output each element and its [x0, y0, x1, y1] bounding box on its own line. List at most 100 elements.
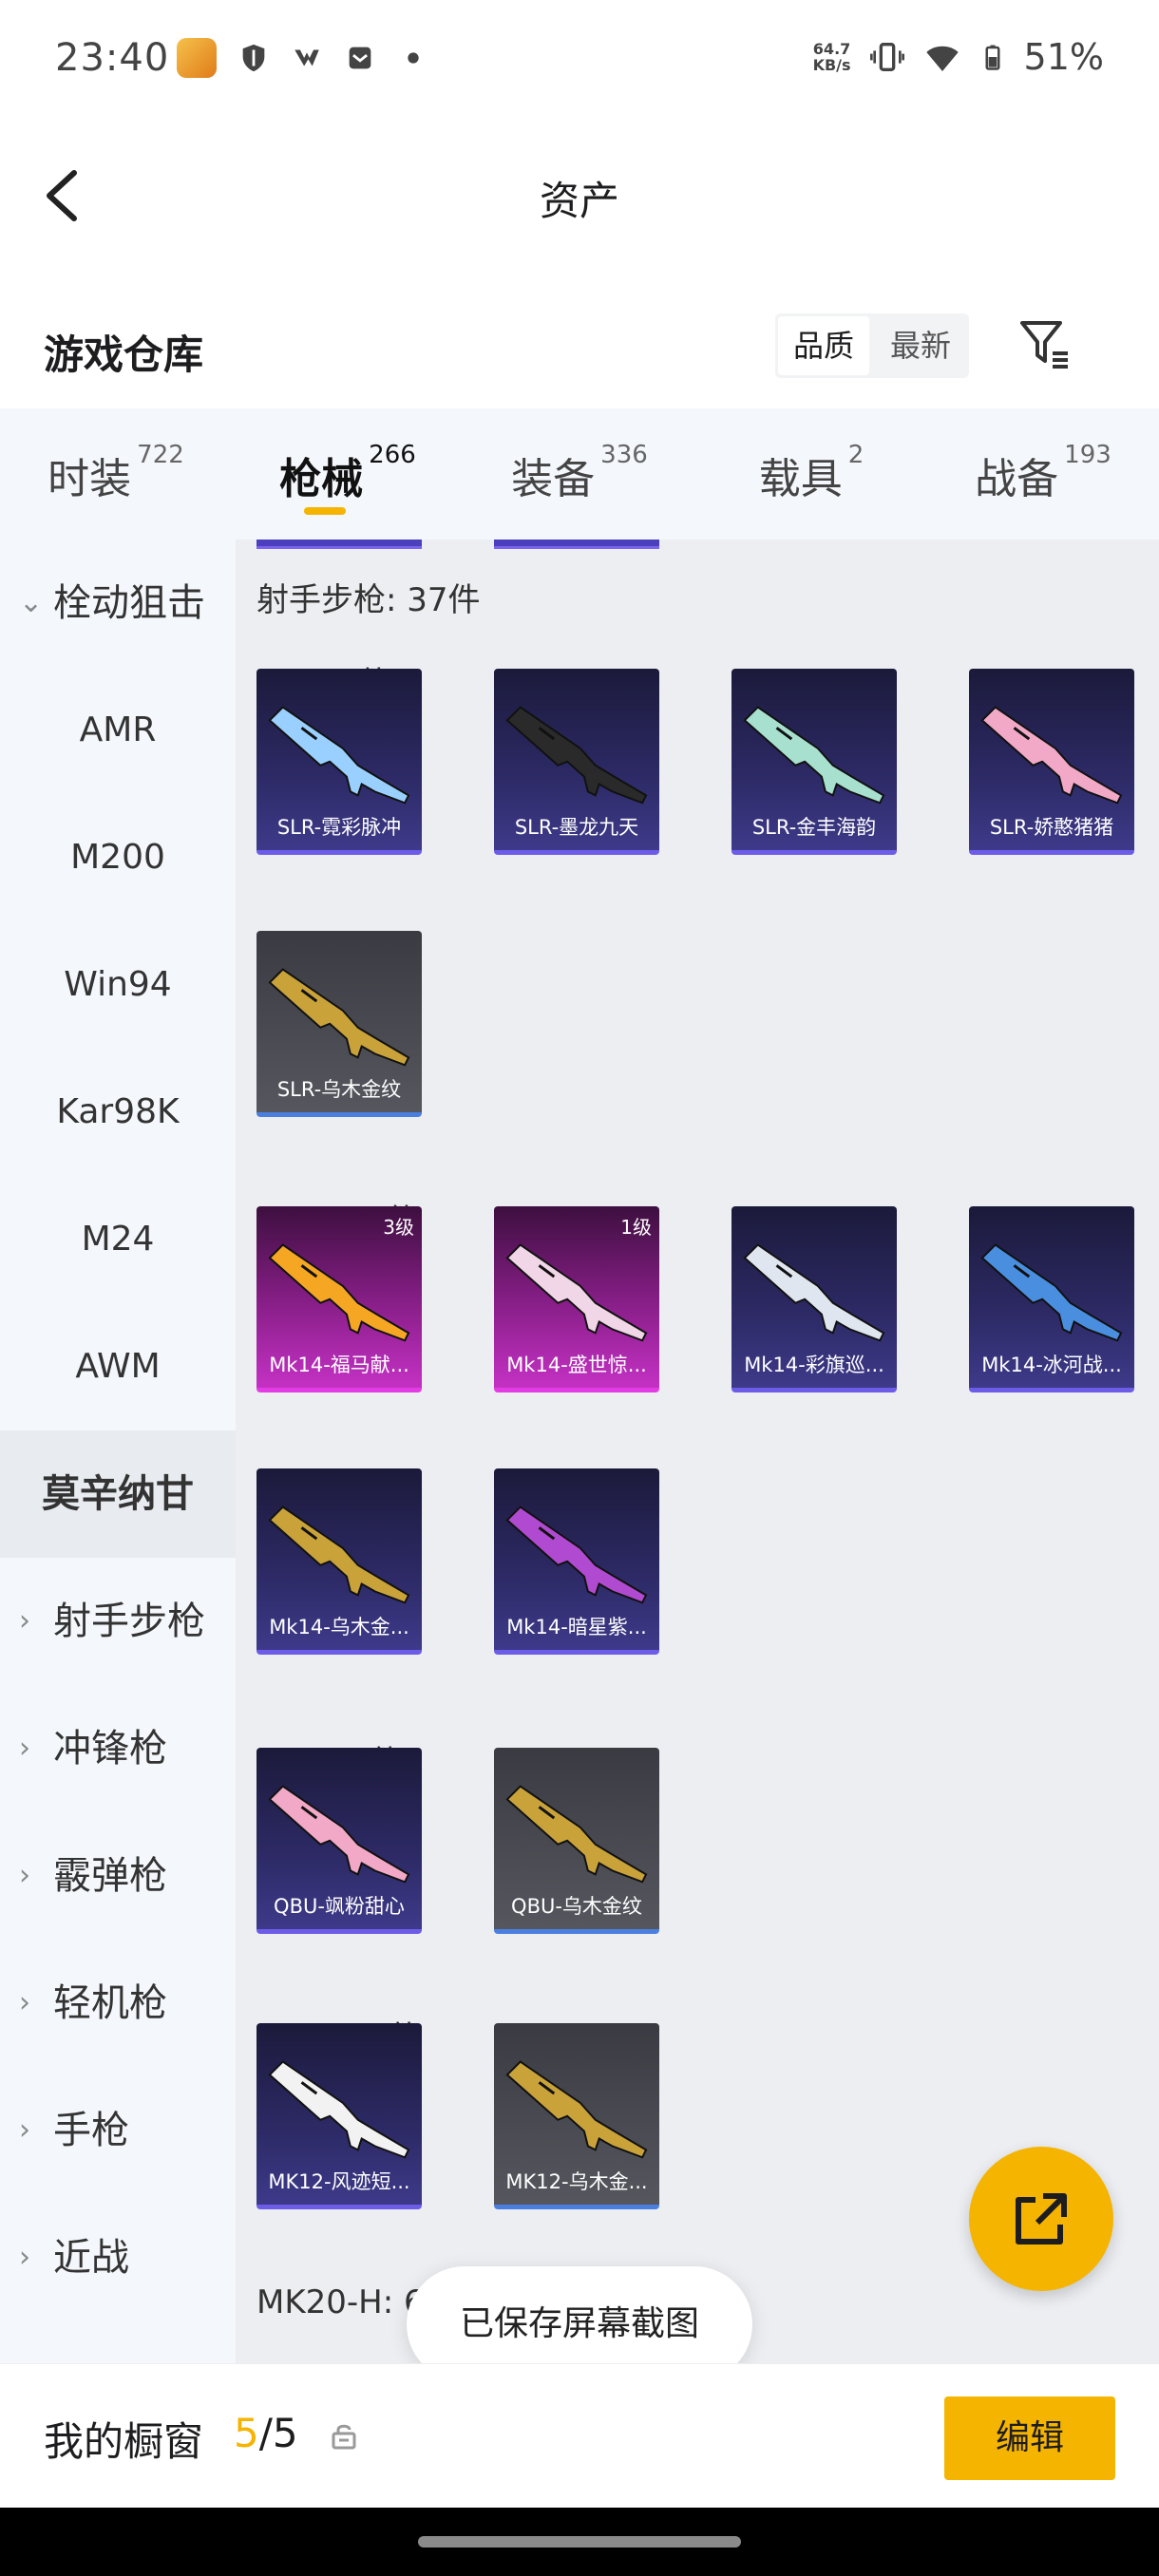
partial-card[interactable] [494, 540, 659, 549]
weapon-skin-card[interactable]: MK12-乌木金... [494, 2023, 659, 2209]
wifi-icon [925, 46, 959, 71]
rifle-icon [268, 706, 410, 805]
weapon-skin-card[interactable]: MK12-风迹短... [256, 2023, 422, 2209]
weapon-skin-name: Mk14-盛世惊... [506, 1354, 647, 1376]
showcase-label: 我的橱窗 [44, 2418, 204, 2465]
rifle-icon [268, 1785, 410, 1884]
sort-quality-button[interactable]: 品质 [778, 316, 869, 375]
tab-count: 266 [369, 441, 416, 469]
shield-icon [242, 44, 265, 72]
chevron-right-icon: › [19, 1986, 30, 2019]
weapon-skin-card[interactable]: QBU-飒粉甜心 [256, 1748, 422, 1934]
tab-fashion[interactable]: 时装 722 [0, 408, 232, 540]
sidebar-group-label: 霰弹枪 [53, 1854, 167, 1898]
weapon-skin-name: Mk14-乌木金... [269, 1616, 409, 1638]
tab-firearms[interactable]: 枪械 266 [232, 408, 464, 540]
weapon-skin-card[interactable]: QBU-乌木金纹 [494, 1748, 659, 1934]
rifle-icon [268, 1506, 410, 1604]
tab-equipment[interactable]: 装备 336 [464, 408, 695, 540]
sidebar-item-m200[interactable]: M200 [0, 794, 236, 921]
system-icons: 64.7 KB/s 51% [813, 36, 1104, 78]
chevron-right-icon: › [19, 1732, 30, 1765]
weapon-skin-card[interactable]: SLR-墨龙九天 [494, 669, 659, 855]
tab-count: 2 [847, 441, 864, 469]
weapon-skin-card[interactable]: Mk14-乌木金... [256, 1468, 422, 1655]
weapon-skin-name: SLR-霓彩脉冲 [276, 816, 402, 839]
edit-button[interactable]: 编辑 [944, 2396, 1115, 2480]
sidebar-item-m24[interactable]: M24 [0, 1176, 236, 1303]
sidebar-group-melee[interactable]: › 近战 [0, 2194, 236, 2321]
tab-war-supplies[interactable]: 战备 193 [927, 408, 1159, 540]
warehouse-header: 游戏仓库 品质 最新 [0, 304, 1159, 389]
chevron-right-icon: › [19, 2113, 30, 2147]
rifle-icon [505, 2060, 648, 2159]
rifle-icon [505, 1506, 648, 1604]
weapon-skin-card[interactable]: Mk14-彩旗巡... [732, 1206, 897, 1392]
weapon-skin-card[interactable]: SLR-金丰海韵 [732, 669, 897, 855]
rifle-icon [743, 706, 885, 805]
tab-vehicles[interactable]: 载具 2 [695, 408, 927, 540]
level-badge: 3级 [383, 1216, 414, 1239]
sidebar-group-label: 射手步枪 [53, 1600, 205, 1643]
notification-icons [177, 38, 429, 78]
battery-level: 51% [1023, 36, 1104, 78]
weapon-skin-name: Mk14-冰河战... [981, 1354, 1122, 1376]
sidebar-group-lmg[interactable]: › 轻机枪 [0, 1940, 236, 2067]
lock-icon [332, 2424, 356, 2450]
speed-value: 64.7 [812, 40, 851, 58]
battery-icon [985, 45, 1000, 70]
weapon-skin-card[interactable]: SLR-乌木金纹 [256, 931, 422, 1117]
home-handle[interactable] [418, 2536, 741, 2548]
chevron-right-icon: › [19, 1604, 30, 1638]
rifle-icon [268, 1243, 410, 1342]
weapon-skin-name: MK12-乌木金... [505, 2170, 648, 2193]
tab-count: 193 [1064, 441, 1112, 469]
sidebar-group-label: 栓动狙击 [53, 581, 205, 625]
sidebar-group-smg[interactable]: › 冲锋枪 [0, 1685, 236, 1812]
sidebar-item-mosin-nagant[interactable]: 莫辛纳甘 [0, 1430, 236, 1558]
weapon-skin-card[interactable]: Mk14-冰河战... [969, 1206, 1134, 1392]
weapon-grid: 射手步枪: 37件 SLR: 5件SLR-霓彩脉冲SLR-墨龙九天SLR-金丰海… [236, 540, 1159, 2363]
share-external-icon [1016, 2193, 1067, 2245]
partial-card[interactable] [256, 540, 422, 549]
sidebar-group-marksman[interactable]: › 射手步枪 [0, 1558, 236, 1685]
weapon-skin-card[interactable]: 1级 Mk14-盛世惊... [494, 1206, 659, 1392]
weapon-skin-card[interactable]: 3级 Mk14-福马献... [256, 1206, 422, 1392]
sidebar-group-shotgun[interactable]: › 霰弹枪 [0, 1812, 236, 1940]
tab-label: 战备 [975, 455, 1059, 503]
page-title: 资产 [539, 178, 619, 224]
level-badge: 1级 [620, 1216, 652, 1239]
tab-label: 枪械 [279, 455, 364, 503]
sidebar-group-label: 手枪 [53, 2109, 129, 2152]
rifle-icon [268, 968, 410, 1067]
sidebar-item-amr[interactable]: AMR [0, 667, 236, 794]
sidebar-group-bolt-action[interactable]: ⌄ 栓动狙击 [0, 540, 236, 667]
rifle-icon [743, 1243, 885, 1342]
weapon-skin-card[interactable]: SLR-娇憨猪猪 [969, 669, 1134, 855]
showcase-bar: 我的橱窗 5/5 编辑 [0, 2363, 1159, 2508]
weapon-skin-card[interactable]: SLR-霓彩脉冲 [256, 669, 422, 855]
filter-icon[interactable] [1015, 313, 1075, 374]
weapon-skin-name: QBU-乌木金纹 [511, 1895, 642, 1918]
weapon-skin-name: SLR-娇憨猪猪 [989, 816, 1114, 839]
weapon-skin-name: Mk14-福马献... [269, 1354, 409, 1376]
rifle-icon [505, 706, 648, 805]
share-button[interactable] [969, 2147, 1113, 2291]
sidebar-item-kar98k[interactable]: Kar98K [0, 1049, 236, 1176]
weapon-skin-card[interactable]: Mk14-暗星紫... [494, 1468, 659, 1655]
sidebar-group-pistol[interactable]: › 手枪 [0, 2067, 236, 2194]
sidebar-item-awm[interactable]: AWM [0, 1303, 236, 1430]
sidebar-group-label: 冲锋枪 [53, 1727, 167, 1771]
system-nav-bar [0, 2508, 1159, 2576]
weapon-skin-name: Mk14-暗星紫... [506, 1616, 647, 1638]
weapon-type-sidebar: ⌄ 栓动狙击 AMR M200 Win94 Kar98K M24 AWM 莫辛纳… [0, 540, 236, 2363]
dot-icon [408, 52, 419, 64]
tab-label: 时装 [48, 455, 132, 503]
sort-newest-button[interactable]: 最新 [875, 316, 966, 375]
rifle-icon [505, 1243, 648, 1342]
showcase-total: /5 [258, 2410, 298, 2456]
speed-unit: KB/s [812, 56, 851, 74]
title-bar: 资产 [0, 142, 1159, 247]
showcase-current: 5 [234, 2410, 259, 2456]
sidebar-item-win94[interactable]: Win94 [0, 921, 236, 1049]
